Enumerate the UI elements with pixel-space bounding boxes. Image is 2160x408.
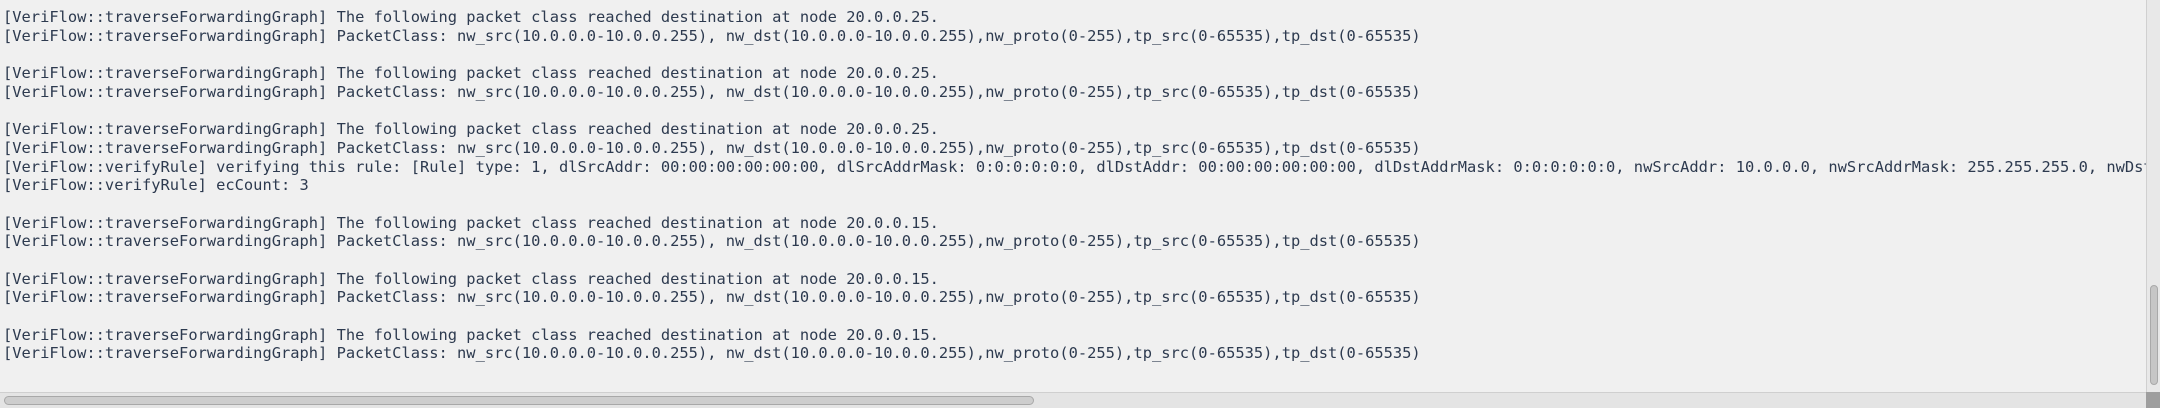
terminal-output[interactable]: [VeriFlow::traverseForwardingGraph] The … [0,0,2147,392]
log-lines: [VeriFlow::traverseForwardingGraph] The … [3,8,2147,363]
log-line: [VeriFlow::verifyRule] ecCount: 3 [3,176,309,195]
log-line: [VeriFlow::traverseForwardingGraph] The … [3,269,939,288]
log-line-blank [3,307,2146,326]
log-line-blank [3,45,2146,64]
log-line: [VeriFlow::traverseForwardingGraph] Pack… [3,232,1421,251]
log-line: [VeriFlow::traverseForwardingGraph] Pack… [3,138,1421,157]
vertical-scrollbar[interactable] [2146,0,2160,392]
scrollbar-corner [2146,392,2160,408]
log-line: [VeriFlow::traverseForwardingGraph] The … [3,64,939,83]
log-line: [VeriFlow::traverseForwardingGraph] Pack… [3,288,1421,307]
log-line: [VeriFlow::traverseForwardingGraph] Pack… [3,82,1421,101]
vertical-scrollbar-thumb[interactable] [2150,285,2158,385]
log-line: [VeriFlow::verifyRule] verifying this ru… [3,157,2147,176]
log-line: [VeriFlow::traverseForwardingGraph] The … [3,325,939,344]
log-line-blank [3,251,2146,270]
log-line: [VeriFlow::traverseForwardingGraph] Pack… [3,344,1421,363]
horizontal-scrollbar[interactable] [0,392,2146,408]
log-line: [VeriFlow::traverseForwardingGraph] Pack… [3,26,1421,45]
log-line: [VeriFlow::traverseForwardingGraph] The … [3,120,939,139]
log-line-blank [3,101,2146,120]
log-line: [VeriFlow::traverseForwardingGraph] The … [3,8,939,26]
log-line: [VeriFlow::traverseForwardingGraph] The … [3,213,939,232]
log-line-blank [3,195,2146,214]
horizontal-scrollbar-thumb[interactable] [4,396,1034,405]
